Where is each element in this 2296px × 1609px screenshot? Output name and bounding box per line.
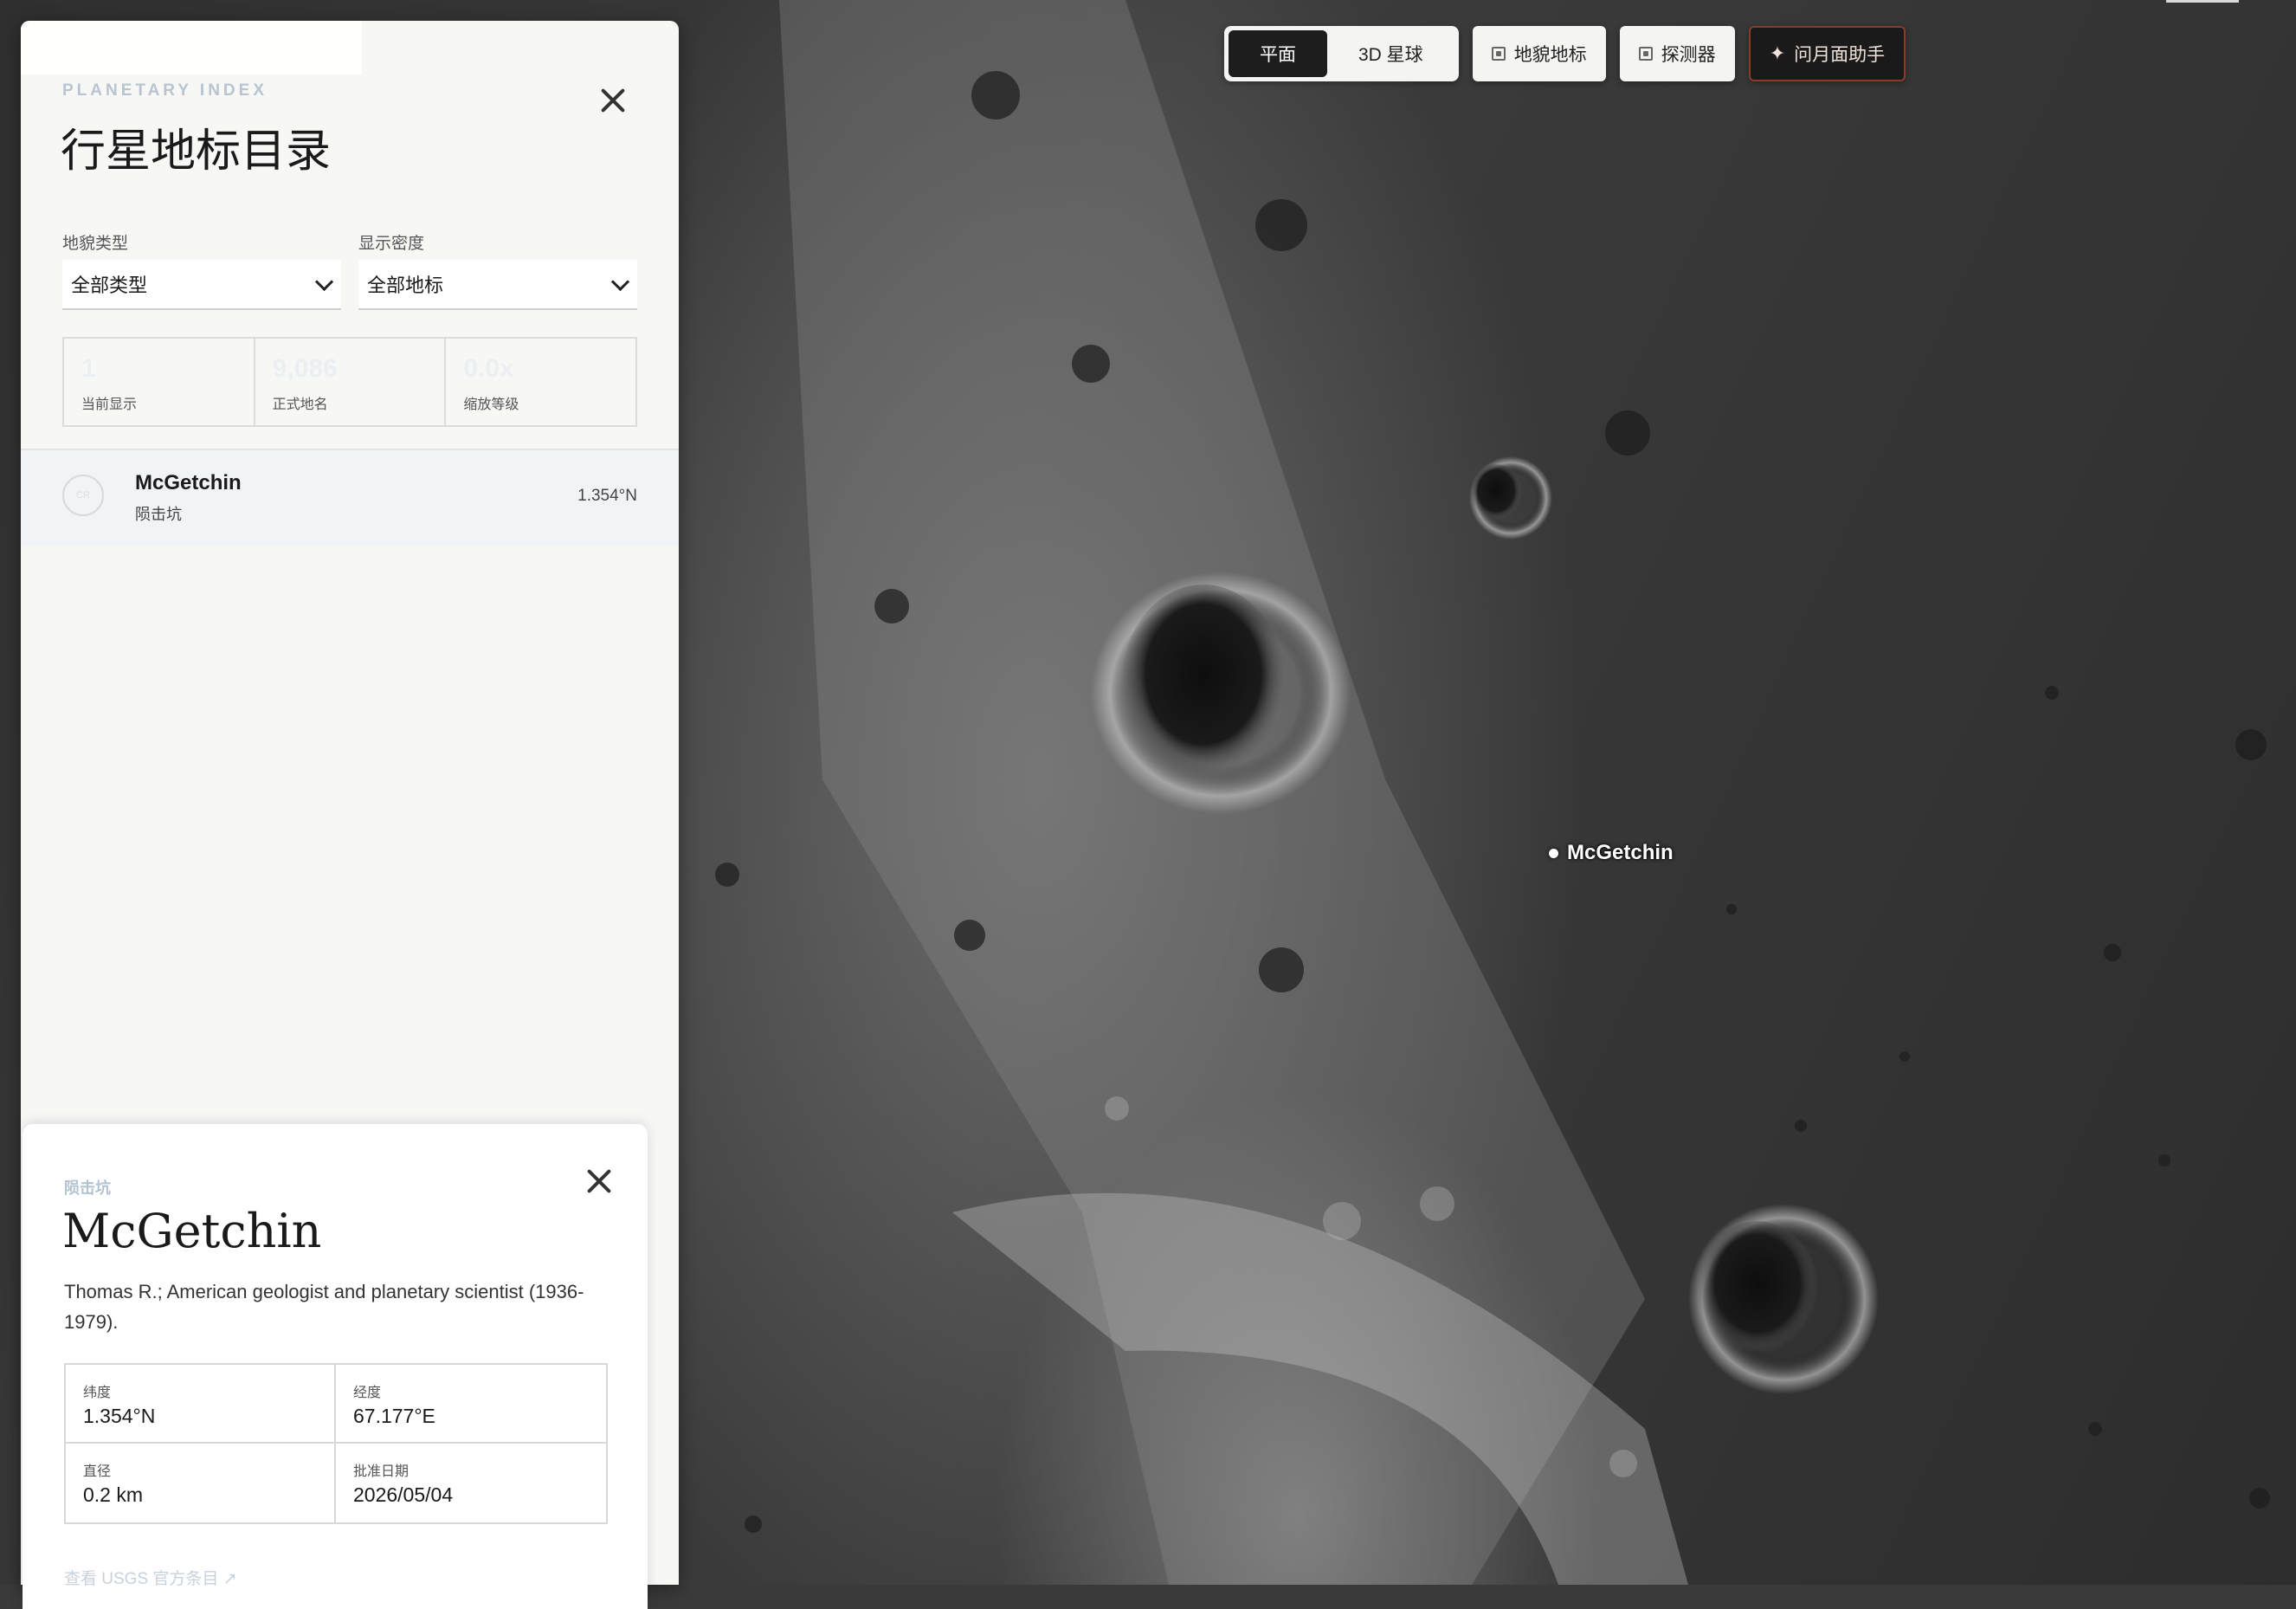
landmark-detail-card: 陨击坑 McGetchin Thomas R.; American geolog… [23,1124,648,1609]
marker-dot [1549,848,1558,858]
landforms-toggle[interactable]: 地貌地标 [1472,26,1606,81]
field-value: 2026/05/04 [353,1483,454,1506]
detail-fields: 纬度 1.354°N 经度 67.177°E 直径 0.2 km 批准日期 20… [64,1363,608,1524]
field-value: 0.2 km [83,1483,144,1506]
scale-indicator [2166,0,2239,3]
field-value: 1.354°N [83,1405,156,1427]
list-item[interactable]: CR McGetchin 陨击坑 1.354°N [21,450,679,546]
detail-name: McGetchin [62,1204,322,1258]
stat-zoom-value: 0.0x [463,354,514,383]
view-mode-flat-button[interactable]: 平面 [1229,30,1327,77]
density-filter-select[interactable]: 全部地标 [358,260,637,310]
sparkle-icon: ✦ [1769,42,1786,64]
field-approval-date: 批准日期 2026/05/04 [336,1444,606,1522]
map-marker-mcgetchin[interactable]: McGetchin [1549,841,1674,865]
type-filter-value: 全部类型 [71,275,148,296]
detail-description: Thomas R.; American geologist and planet… [64,1281,584,1333]
panel-ghost-tabs [21,21,362,74]
stat-official-label: 正式地名 [272,397,328,412]
stat-zoom: 0.0x 缩放等级 [446,339,635,425]
type-filter-label: 地貌类型 [62,235,129,253]
chevron-down-icon [314,272,334,292]
field-label: 纬度 [83,1386,112,1400]
field-label: 经度 [353,1386,382,1400]
chevron-down-icon [610,272,630,292]
field-latitude: 纬度 1.354°N [66,1365,336,1444]
probes-toggle-label: 探测器 [1661,45,1716,65]
landforms-toggle-label: 地貌地标 [1513,45,1587,65]
assistant-button[interactable]: ✦ 问月面助手 [1748,26,1906,81]
checkbox-icon [1638,47,1653,61]
field-diameter: 直径 0.2 km [66,1444,336,1522]
stat-current-label: 当前显示 [81,397,138,412]
crater-badge-icon: CR [62,475,104,516]
list-item-name: McGetchin [135,471,242,494]
probes-toggle[interactable]: 探测器 [1619,26,1735,81]
usgs-link[interactable]: 查看 USGS 官方条目 ↗ [64,1566,237,1589]
stat-current: 1 当前显示 [64,339,255,425]
assistant-button-label: 问月面助手 [1794,45,1886,65]
map-toolbar: 平面 3D 星球 地貌地标 探测器 ✦ 问月面助手 [1224,26,1906,90]
density-filter-value: 全部地标 [367,275,444,296]
field-longitude: 经度 67.177°E [336,1365,606,1444]
field-label: 直径 [83,1464,112,1479]
stat-official-value: 9,086 [272,354,338,383]
close-panel-button[interactable] [596,83,630,118]
panel-eyebrow: PLANETARY INDEX [62,81,268,100]
list-item-latitude: 1.354°N [577,487,637,505]
stat-zoom-label: 缩放等级 [463,397,519,412]
field-value: 67.177°E [353,1405,435,1427]
close-detail-button[interactable] [582,1164,616,1199]
detail-type: 陨击坑 [64,1179,111,1197]
density-filter-label: 显示密度 [358,235,425,253]
stat-official: 9,086 正式地名 [255,339,447,425]
type-filter-select[interactable]: 全部类型 [62,260,341,310]
checkbox-icon [1491,47,1506,61]
marker-label: McGetchin [1567,841,1674,864]
list-item-type: 陨击坑 [135,506,182,523]
field-label: 批准日期 [353,1464,410,1479]
view-mode-switch: 平面 3D 星球 [1224,26,1459,81]
panel-title: 行星地标目录 [61,126,332,178]
stat-current-value: 1 [81,354,96,383]
view-mode-3d-button[interactable]: 3D 星球 [1327,30,1454,77]
stats-row: 1 当前显示 9,086 正式地名 0.0x 缩放等级 [62,337,637,427]
